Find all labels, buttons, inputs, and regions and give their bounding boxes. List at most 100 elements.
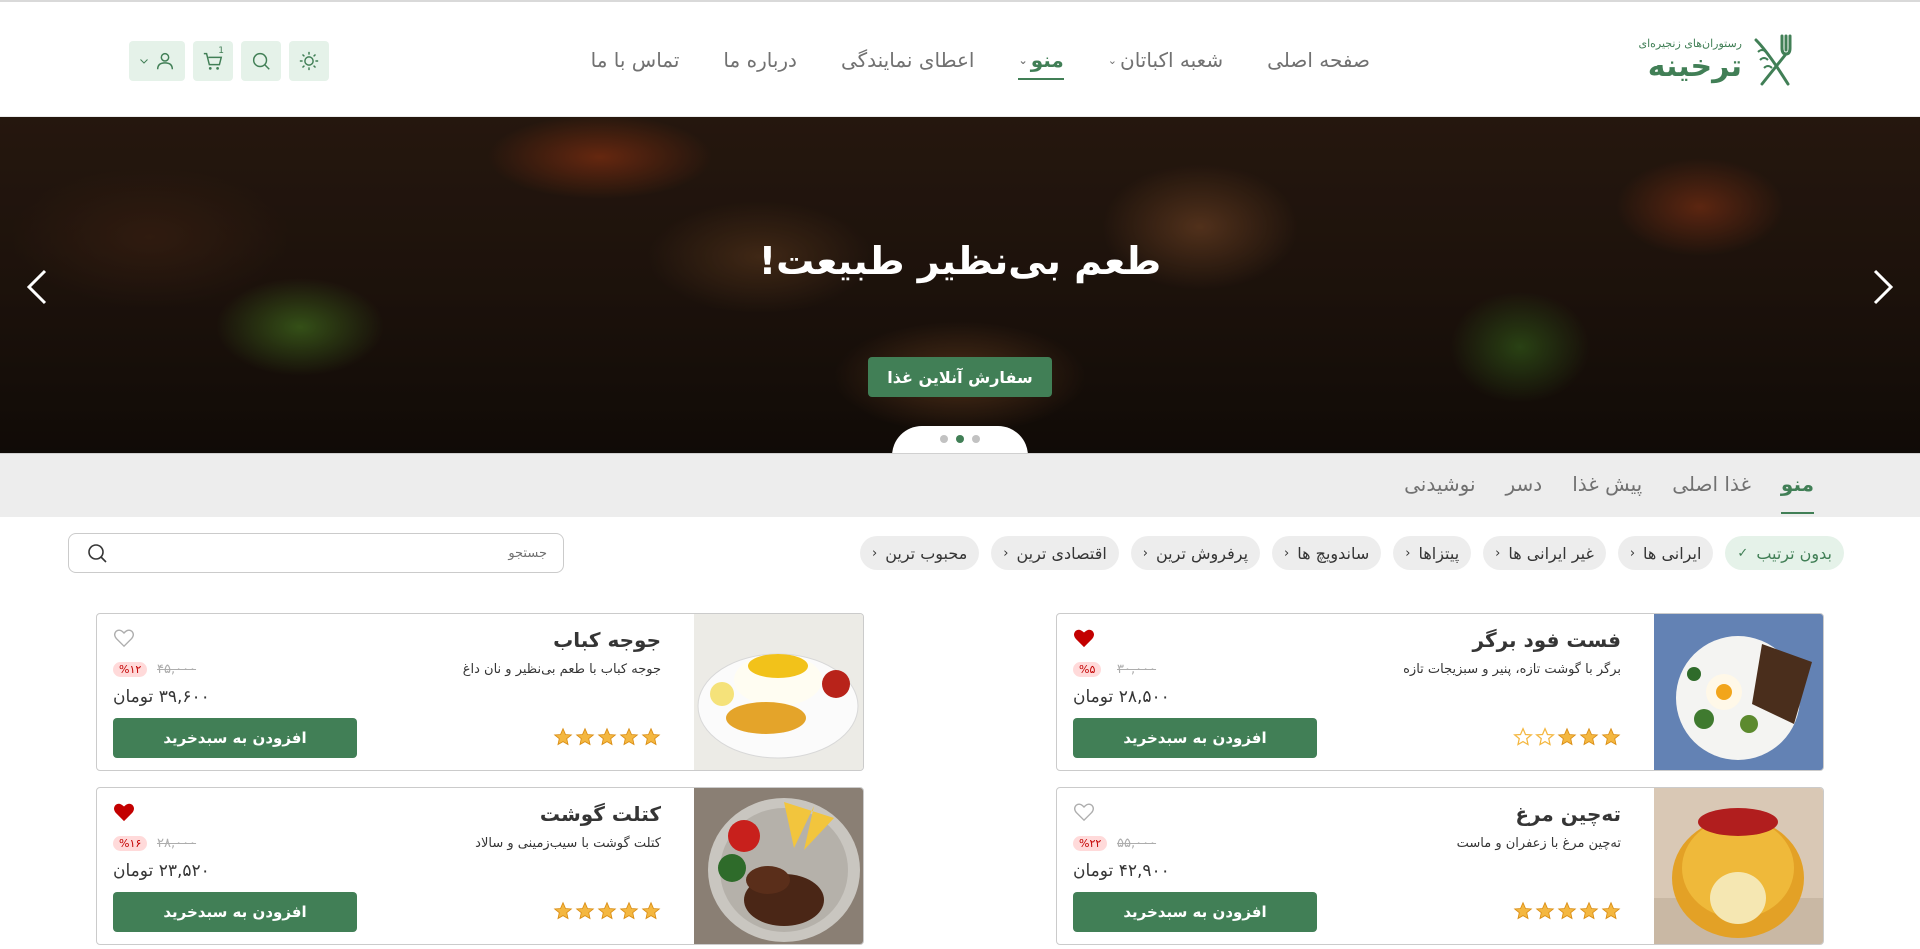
product-name: کتلت گوشت	[539, 802, 661, 826]
filter-chips: بدون ترتیب ✓ ایرانی ها ‹ غیر ایرانی ها ‹ پی…	[860, 536, 1844, 570]
rating-stars[interactable]	[1513, 727, 1621, 747]
filter-pizza[interactable]: پیتزاها ‹	[1393, 536, 1472, 570]
search-button[interactable]	[241, 41, 281, 81]
old-price: ۲۸,۰۰۰	[157, 836, 197, 851]
product-price: ۲۸,۵۰۰ تومان	[1073, 687, 1170, 707]
filter-non-iranian[interactable]: غیر ایرانی ها ‹	[1483, 536, 1606, 570]
slider-prev-button[interactable]	[22, 267, 52, 307]
filter-label: بدون ترتیب	[1756, 543, 1832, 563]
cart-count-badge: 1	[218, 46, 224, 56]
chevron-left-icon: ‹	[872, 545, 878, 561]
tab-dessert[interactable]: دسر	[1506, 472, 1543, 512]
check-icon: ✓	[1737, 545, 1749, 561]
sun-icon	[299, 51, 319, 71]
star-empty-icon	[1535, 727, 1555, 746]
fork-knife-logo-icon	[1754, 34, 1792, 86]
product-card[interactable]: کتلت گوشت کتلت گوشت با سیب‌زمینی و سالاد…	[96, 787, 864, 945]
search-icon	[88, 544, 107, 563]
star-filled-icon	[1601, 727, 1621, 746]
star-filled-icon	[1579, 727, 1599, 746]
product-card[interactable]: ته‌چین مرغ ته‌چین مرغ با زعفران و ماست ۵…	[1056, 787, 1824, 945]
product-name: فست فود برگر	[1472, 628, 1621, 652]
user-menu-button[interactable]	[129, 41, 185, 81]
add-to-cart-button[interactable]: افزودن به سبدخرید	[1073, 718, 1317, 758]
discount-badge: %۱۲	[113, 662, 148, 677]
chevron-down-icon: ⌄	[1107, 53, 1117, 67]
nav-menu[interactable]: منو ⌄	[1018, 40, 1065, 80]
product-card[interactable]: فست فود برگر برگر با گوشت تازه، پنیر و س…	[1056, 613, 1824, 771]
star-filled-icon	[619, 901, 639, 920]
cart-button[interactable]: 1	[193, 41, 233, 81]
discount-badge: %۱۶	[113, 836, 148, 851]
filter-label: غیر ایرانی ها	[1508, 543, 1594, 563]
theme-toggle-button[interactable]	[289, 41, 329, 81]
product-card[interactable]: جوجه کباب جوجه کباب با طعم بی‌نظیر و نان…	[96, 613, 864, 771]
filter-cheapest[interactable]: اقتصادی ترین ‹	[991, 536, 1119, 570]
nav-home[interactable]: صفحه اصلی	[1267, 40, 1370, 80]
heart-filled-icon[interactable]	[1073, 628, 1095, 648]
filter-label: پیتزاها	[1418, 543, 1460, 563]
old-price: ۵۵,۰۰۰	[1117, 836, 1157, 851]
star-filled-icon	[553, 901, 573, 920]
logo[interactable]: رستوران‌های زنجیره‌ای ترخینه	[1636, 30, 1796, 90]
filter-best-selling[interactable]: پرفروش ترین ‹	[1130, 536, 1261, 570]
tahchin-image	[1654, 788, 1823, 944]
star-filled-icon	[641, 901, 661, 920]
tab-appetizer[interactable]: پیش غذا	[1572, 472, 1642, 512]
order-online-button[interactable]: سفارش آنلاین غذا	[868, 357, 1052, 397]
filter-label: پرفروش ترین	[1156, 543, 1249, 563]
add-to-cart-button[interactable]: افزودن به سبدخرید	[113, 718, 357, 758]
hero-slider: طعم بی‌نظیر طبیعت! سفارش آنلاین غذا	[0, 117, 1920, 453]
chevron-left-icon: ‹	[1495, 545, 1501, 561]
logo-name: ترخینه	[1647, 48, 1742, 84]
product-description: برگر با گوشت تازه، پنیر و سبزیجات تازه	[1403, 662, 1621, 677]
slider-dot[interactable]	[972, 435, 980, 443]
nav-home-label: صفحه اصلی	[1267, 48, 1370, 72]
nav-about[interactable]: درباره ما	[723, 40, 797, 80]
old-price: ۴۵,۰۰۰	[157, 662, 197, 677]
heart-filled-icon[interactable]	[113, 802, 135, 822]
slider-dot[interactable]	[940, 435, 948, 443]
product-name: ته‌چین مرغ	[1515, 802, 1621, 826]
nav-menu-label: منو	[1030, 48, 1064, 72]
tab-menu[interactable]: منو	[1780, 472, 1815, 514]
chevron-down-icon	[140, 59, 148, 64]
nav-contact[interactable]: تماس با ما	[591, 40, 680, 80]
rating-stars[interactable]	[553, 901, 661, 921]
rating-stars[interactable]	[1513, 901, 1621, 921]
chevron-left-icon: ‹	[1284, 545, 1290, 561]
nav-contact-label: تماس با ما	[590, 48, 680, 72]
chevron-left-icon	[26, 269, 47, 305]
category-tabs-bar: منو غذا اصلی پیش غذا دسر نوشیدنی	[0, 453, 1920, 517]
product-description: ته‌چین مرغ با زعفران و ماست	[1456, 836, 1621, 851]
discount-badge: %۲۲	[1073, 836, 1108, 851]
nav-branch[interactable]: شعبه اکباتان ⌄	[1108, 40, 1223, 80]
rating-stars[interactable]	[553, 727, 661, 747]
heart-outline-icon[interactable]	[113, 628, 135, 648]
star-filled-icon	[1535, 901, 1555, 920]
product-price: ۴۲,۹۰۰ تومان	[1073, 861, 1170, 881]
search-input[interactable]: جستجو	[68, 533, 564, 573]
heart-outline-icon[interactable]	[1073, 802, 1095, 822]
tab-main-course[interactable]: غذا اصلی	[1672, 472, 1751, 512]
slider-dot-active[interactable]	[956, 435, 964, 443]
slider-next-button[interactable]	[1868, 267, 1898, 307]
filter-sandwich[interactable]: ساندویچ ها ‹	[1272, 536, 1382, 570]
filter-iranian[interactable]: ایرانی ها ‹	[1617, 536, 1714, 570]
star-filled-icon	[597, 901, 617, 920]
chevron-left-icon: ‹	[1405, 545, 1411, 561]
joojeh-kabab-image	[694, 614, 863, 770]
add-to-cart-button[interactable]: افزودن به سبدخرید	[113, 892, 357, 932]
main-nav: صفحه اصلی شعبه اکباتان ⌄ منو ⌄ اعطای نماین…	[591, 40, 1370, 80]
star-filled-icon	[553, 727, 573, 746]
filter-popular[interactable]: محبوب ترین ‹	[860, 536, 980, 570]
tab-drinks[interactable]: نوشیدنی	[1404, 472, 1475, 512]
add-to-cart-button[interactable]: افزودن به سبدخرید	[1073, 892, 1317, 932]
nav-franchise[interactable]: اعطای نمایندگی	[841, 40, 975, 80]
chevron-down-icon: ⌄	[1018, 53, 1028, 67]
chevron-right-icon	[1873, 269, 1894, 305]
star-filled-icon	[597, 727, 617, 746]
product-name: جوجه کباب	[553, 628, 661, 652]
filter-no-order[interactable]: بدون ترتیب ✓	[1725, 536, 1844, 570]
slider-dots	[892, 426, 1028, 453]
